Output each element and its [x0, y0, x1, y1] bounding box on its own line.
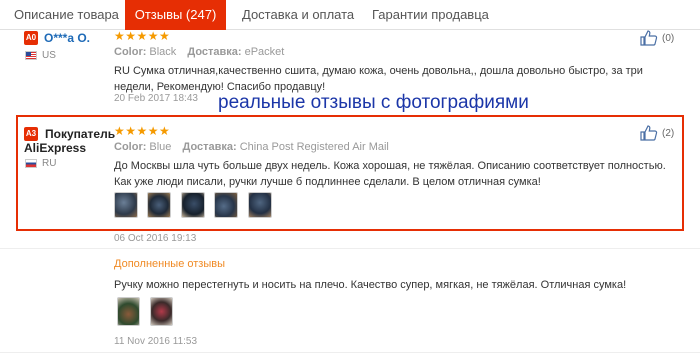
- buyer-level-badge: A0: [24, 31, 38, 45]
- helpful-count: (0): [662, 32, 675, 44]
- review-meta: Color: Blue Доставка: China Post Registere…: [114, 141, 389, 153]
- buyer-name-line2[interactable]: AliExpress: [24, 141, 86, 155]
- review-photo-thumbnail[interactable]: [214, 192, 238, 218]
- us-flag-icon: [25, 51, 37, 60]
- review-photo-thumbnail[interactable]: [181, 192, 205, 218]
- color-label: Color:: [114, 46, 147, 58]
- helpful-count: (2): [662, 127, 675, 139]
- delivery-value: China Post Registered Air Mail: [239, 141, 389, 153]
- thumbs-up-icon: [640, 125, 658, 141]
- delivery-label: Доставка:: [182, 141, 237, 153]
- additional-review-title: Дополненные отзывы: [114, 258, 225, 270]
- thumbs-up-icon: [640, 30, 658, 46]
- color-value: Blue: [149, 141, 172, 153]
- review-text: До Москвы шла чуть больше двух недель. К…: [114, 160, 666, 188]
- review-photo-thumbnail[interactable]: [150, 297, 173, 326]
- tab-bar: Описание товара Отзывы (247) Доставка и …: [0, 0, 700, 30]
- divider: [0, 248, 700, 249]
- ru-flag-icon: [25, 159, 37, 168]
- additional-review-text: Ручку можно перестегнуть и носить на пле…: [114, 279, 627, 291]
- tab-seller-guarantees[interactable]: Гарантии продавца: [372, 0, 489, 30]
- review-meta: Color: Black Доставка: ePacket: [114, 46, 284, 58]
- review-photo-thumbnail[interactable]: [147, 192, 171, 218]
- review-date: 20 Feb 2017 18:43: [114, 93, 198, 104]
- additional-review-date: 11 Nov 2016 11:53: [114, 336, 198, 347]
- review-photo-thumbnail[interactable]: [114, 192, 138, 218]
- delivery-label: Доставка:: [187, 46, 242, 58]
- buyer-country: US: [42, 50, 56, 61]
- helpful-button[interactable]: (2): [640, 125, 674, 141]
- review-text: RU Сумка отличная,качественно сшита, дум…: [114, 65, 643, 93]
- tab-description[interactable]: Описание товара: [14, 0, 119, 30]
- review-date: 06 Oct 2016 19:13: [114, 233, 197, 244]
- review-photo-thumbnail[interactable]: [117, 297, 140, 326]
- tab-shipping[interactable]: Доставка и оплата: [242, 0, 354, 30]
- tab-reviews[interactable]: Отзывы (247): [125, 0, 226, 30]
- review-photo-thumbnail[interactable]: [248, 192, 272, 218]
- delivery-value: ePacket: [244, 46, 285, 58]
- helpful-button[interactable]: (0): [640, 30, 674, 46]
- buyer-name[interactable]: O***a O.: [44, 31, 90, 45]
- annotation-caption: реальные отзывы с фотографиями: [218, 92, 529, 113]
- color-value: Black: [149, 46, 177, 58]
- color-label: Color:: [114, 141, 147, 153]
- buyer-level-badge: A3: [24, 127, 38, 141]
- divider: [0, 352, 700, 353]
- rating-stars: ★★★★★: [114, 124, 171, 138]
- buyer-name-line1[interactable]: Покупатель: [45, 127, 115, 141]
- buyer-country: RU: [42, 158, 57, 169]
- rating-stars: ★★★★★: [114, 29, 171, 43]
